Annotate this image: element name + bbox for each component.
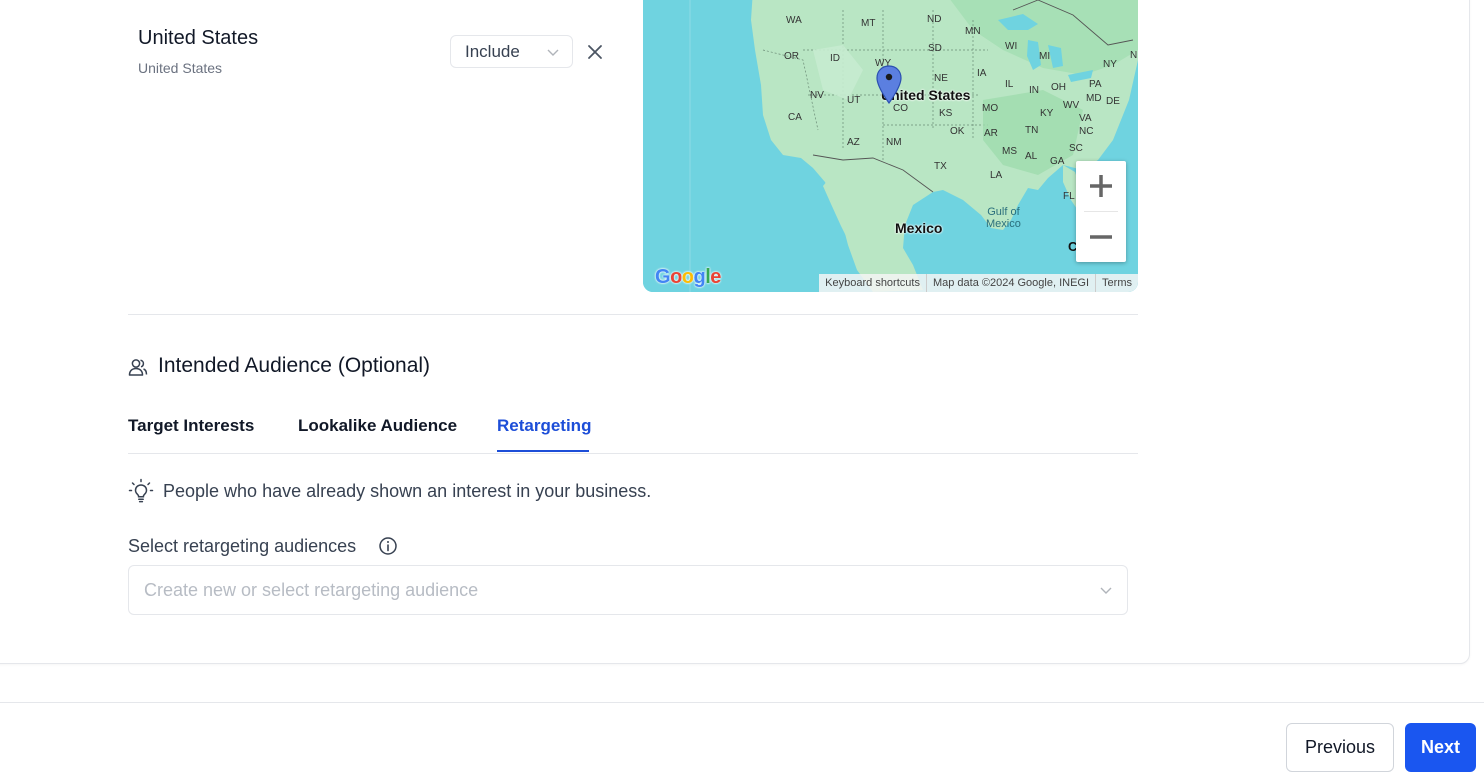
map-label: PA <box>1089 79 1102 90</box>
map-label: IL <box>1005 79 1014 90</box>
include-select-value: Include <box>465 41 520 61</box>
map-label: DE <box>1106 96 1120 107</box>
map-label: VA <box>1079 113 1092 124</box>
map-country-label: Mexico <box>895 220 943 236</box>
map-label: NE <box>934 73 948 84</box>
close-icon[interactable] <box>585 42 605 62</box>
map-pin-icon[interactable] <box>876 65 902 105</box>
tab-retargeting[interactable]: Retargeting <box>497 416 591 436</box>
footer-divider <box>0 702 1484 703</box>
map-label: WA <box>786 15 802 26</box>
map-label: FL <box>1063 191 1075 202</box>
map-label: MS <box>1002 146 1017 157</box>
map-label: OH <box>1051 82 1066 93</box>
tab-lookalike-audience[interactable]: Lookalike Audience <box>298 416 457 436</box>
info-icon[interactable] <box>378 536 398 556</box>
map-label: CA <box>788 112 802 123</box>
map-label: MD <box>1086 93 1102 104</box>
map-label: AL <box>1025 151 1038 162</box>
map-data-link[interactable]: Map data ©2024 Google, INEGI <box>925 274 1095 292</box>
map-label: UT <box>847 95 861 106</box>
map-label: OK <box>950 126 965 137</box>
map-label: MN <box>965 26 981 37</box>
plus-icon[interactable] <box>1076 161 1126 211</box>
map-label: WV <box>1063 100 1080 111</box>
include-exclude-select[interactable]: Include <box>450 35 573 68</box>
active-tab-indicator <box>497 450 589 452</box>
chevron-down-icon <box>1100 587 1112 594</box>
audience-section-title: Intended Audience (Optional) <box>158 354 431 377</box>
map-label: ID <box>830 53 840 64</box>
map-label: LA <box>990 170 1003 181</box>
location-subtitle: United States <box>138 60 223 76</box>
map-label: N <box>1130 50 1138 61</box>
map-label: KS <box>939 108 953 119</box>
keyboard-shortcuts-link[interactable]: Keyboard shortcuts <box>819 274 926 292</box>
map-label: TN <box>1025 125 1039 136</box>
minus-icon[interactable] <box>1076 212 1126 262</box>
map-label: ND <box>927 14 942 25</box>
map-label: NY <box>1103 59 1117 70</box>
chevron-down-icon <box>547 49 559 56</box>
map-label: MI <box>1039 51 1051 62</box>
map-label: MO <box>982 103 999 114</box>
retargeting-hint: People who have already shown an interes… <box>163 481 652 501</box>
map-label: WI <box>1005 41 1018 52</box>
location-name: United States <box>138 27 259 49</box>
map-label: NM <box>886 137 902 148</box>
map-label: GA <box>1050 156 1065 167</box>
location-map[interactable]: WA MT ND MN OR ID SD WI MI NY WY NE IA I… <box>643 0 1138 292</box>
map-water-label: Gulf of Mexico <box>986 206 1021 230</box>
map-label: NV <box>810 90 824 101</box>
map-label: SD <box>928 43 942 54</box>
retargeting-select-placeholder: Create new or select retargeting audienc… <box>144 580 479 600</box>
map-label: IA <box>977 68 987 79</box>
user-group-icon <box>128 359 148 376</box>
map-label: OR <box>784 51 799 62</box>
map-label: IN <box>1029 85 1039 96</box>
lightbulb-icon <box>128 478 154 503</box>
map-label: SC <box>1069 143 1083 154</box>
audience-tabs: Target Interests Lookalike Audience Reta… <box>128 412 1138 454</box>
previous-button[interactable]: Previous <box>1286 723 1394 772</box>
google-logo[interactable]: Google <box>655 266 721 289</box>
map-zoom-controls <box>1076 161 1126 262</box>
map-label: AZ <box>847 137 860 148</box>
retargeting-audience-select[interactable]: Create new or select retargeting audienc… <box>128 565 1128 615</box>
map-label: AR <box>984 128 998 139</box>
terms-link[interactable]: Terms <box>1095 274 1138 292</box>
map-label: TX <box>934 161 947 172</box>
tab-target-interests[interactable]: Target Interests <box>128 416 254 436</box>
section-divider <box>128 314 1138 315</box>
map-label: MT <box>861 18 876 29</box>
map-label: NC <box>1079 126 1094 137</box>
retargeting-select-label: Select retargeting audiences <box>128 536 357 556</box>
next-button[interactable]: Next <box>1405 723 1476 772</box>
map-label: KY <box>1040 108 1054 119</box>
map-attribution-bar: Keyboard shortcuts Map data ©2024 Google… <box>819 274 1138 292</box>
